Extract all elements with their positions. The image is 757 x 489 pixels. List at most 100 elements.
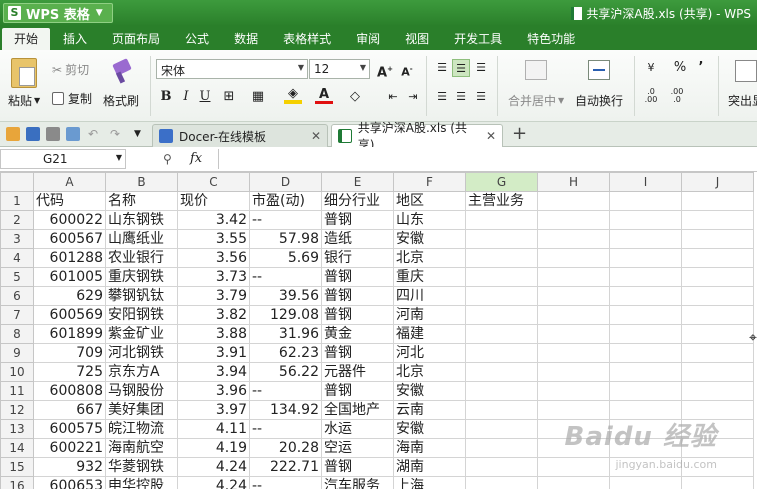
row-header[interactable]: 9 <box>0 343 34 363</box>
cell[interactable]: 3.91 <box>177 343 250 363</box>
column-header-selected[interactable]: G <box>465 172 538 192</box>
cell[interactable]: 安徽 <box>393 381 466 401</box>
cell[interactable]: 129.08 <box>249 305 322 325</box>
row-header[interactable]: 8 <box>0 324 34 344</box>
align-middle-icon[interactable]: ☰ <box>452 59 470 77</box>
cell[interactable] <box>681 343 754 363</box>
align-right-icon[interactable]: ☰ <box>472 88 490 106</box>
cell[interactable]: 667 <box>33 400 106 420</box>
close-icon[interactable]: ✕ <box>486 129 496 143</box>
cell[interactable] <box>537 286 610 306</box>
paste-icon[interactable] <box>11 58 37 88</box>
align-center-icon[interactable]: ☰ <box>452 88 470 106</box>
cell[interactable]: 汽车服务 <box>321 476 394 489</box>
cell[interactable]: 重庆钢铁 <box>105 267 178 287</box>
align-bottom-icon[interactable]: ☰ <box>472 59 490 77</box>
cell[interactable]: 重庆 <box>393 267 466 287</box>
save-icon[interactable] <box>26 127 40 141</box>
cell[interactable]: -- <box>249 476 322 489</box>
row-header[interactable]: 11 <box>0 381 34 401</box>
cell[interactable] <box>609 343 682 363</box>
row-header[interactable]: 16 <box>0 476 34 489</box>
cell[interactable]: 5.69 <box>249 248 322 268</box>
cell[interactable]: 京东方A <box>105 362 178 382</box>
cell[interactable]: 造纸 <box>321 229 394 249</box>
cell[interactable]: 普钢 <box>321 210 394 230</box>
cell[interactable] <box>681 286 754 306</box>
cell-style-icon[interactable]: ▦ <box>249 88 267 106</box>
format-painter-icon[interactable] <box>110 58 134 85</box>
cell[interactable] <box>537 191 610 211</box>
cell[interactable] <box>681 267 754 287</box>
cell[interactable]: 601005 <box>33 267 106 287</box>
cell[interactable]: 北京 <box>393 362 466 382</box>
cell[interactable]: 600653 <box>33 476 106 489</box>
row-header[interactable]: 10 <box>0 362 34 382</box>
font-size-select[interactable]: 12 ▼ <box>309 59 370 79</box>
cell[interactable] <box>681 381 754 401</box>
name-box[interactable]: G21 ▼ <box>0 149 126 169</box>
insert-function-button[interactable]: fx <box>190 151 202 166</box>
cell[interactable] <box>465 324 538 344</box>
tab-docer-templates[interactable]: Docer-在线模板 ✕ <box>152 124 328 147</box>
currency-format-icon[interactable]: ¥ <box>642 59 660 77</box>
underline-button[interactable]: U <box>196 88 214 106</box>
cell[interactable] <box>537 210 610 230</box>
cell[interactable] <box>609 286 682 306</box>
cut-button[interactable]: ✂ 剪切 <box>52 61 89 78</box>
cell[interactable] <box>465 343 538 363</box>
conditional-format-button[interactable]: 突出显 <box>728 92 757 109</box>
row-header[interactable]: 4 <box>0 248 34 268</box>
cell[interactable] <box>609 229 682 249</box>
redo-icon[interactable]: ↷ <box>110 127 124 141</box>
tab-formulas[interactable]: 公式 <box>173 28 221 50</box>
cell[interactable]: 山鹰纸业 <box>105 229 178 249</box>
cell[interactable] <box>609 324 682 344</box>
close-icon[interactable]: ✕ <box>311 129 321 143</box>
cell[interactable]: 600567 <box>33 229 106 249</box>
cell[interactable]: 上海 <box>393 476 466 489</box>
cell[interactable]: 全国地产 <box>321 400 394 420</box>
wrap-text-icon[interactable] <box>588 60 610 80</box>
cell[interactable] <box>465 476 538 489</box>
cell[interactable] <box>537 381 610 401</box>
cell[interactable]: 山东钢铁 <box>105 210 178 230</box>
cell[interactable] <box>537 457 610 477</box>
cell[interactable]: 3.94 <box>177 362 250 382</box>
cell[interactable]: 3.88 <box>177 324 250 344</box>
cell[interactable] <box>465 400 538 420</box>
cell[interactable]: 华菱钢铁 <box>105 457 178 477</box>
tab-table-style[interactable]: 表格样式 <box>271 28 343 50</box>
chevron-down-icon[interactable]: ▼ <box>134 127 148 141</box>
cell[interactable]: 3.97 <box>177 400 250 420</box>
cell[interactable]: 马钢股份 <box>105 381 178 401</box>
cell[interactable]: 黄金 <box>321 324 394 344</box>
cell[interactable] <box>537 343 610 363</box>
cell[interactable] <box>465 267 538 287</box>
row-header[interactable]: 3 <box>0 229 34 249</box>
tab-review[interactable]: 审阅 <box>344 28 392 50</box>
cell[interactable] <box>609 381 682 401</box>
cell[interactable] <box>465 286 538 306</box>
row-header[interactable]: 1 <box>0 191 34 211</box>
new-tab-button[interactable]: + <box>512 124 527 144</box>
tab-view[interactable]: 视图 <box>393 28 441 50</box>
cell[interactable] <box>609 248 682 268</box>
cell[interactable]: 名称 <box>105 191 178 211</box>
cell[interactable] <box>681 305 754 325</box>
cell[interactable]: 四川 <box>393 286 466 306</box>
cell[interactable]: 134.92 <box>249 400 322 420</box>
cell[interactable]: 普钢 <box>321 457 394 477</box>
cell[interactable]: 3.79 <box>177 286 250 306</box>
cell[interactable]: 4.11 <box>177 419 250 439</box>
row-header[interactable]: 13 <box>0 419 34 439</box>
cell[interactable]: 39.56 <box>249 286 322 306</box>
cell[interactable]: 3.96 <box>177 381 250 401</box>
cell[interactable] <box>681 324 754 344</box>
cell[interactable]: 水运 <box>321 419 394 439</box>
tab-home[interactable]: 开始 <box>2 28 51 50</box>
cell[interactable]: 600022 <box>33 210 106 230</box>
row-header[interactable]: 15 <box>0 457 34 477</box>
wrap-text-button[interactable]: 自动换行 <box>575 92 623 109</box>
cell[interactable]: -- <box>249 267 322 287</box>
